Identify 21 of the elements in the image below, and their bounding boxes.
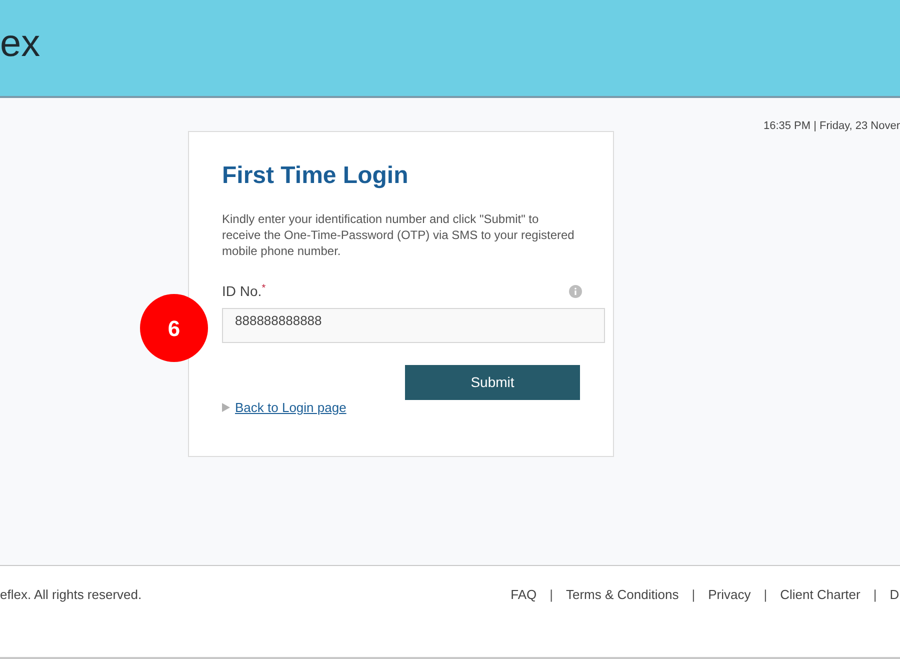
- footer-link[interactable]: Privacy: [708, 585, 751, 657]
- separator: |: [873, 586, 877, 604]
- info-icon: [569, 285, 582, 298]
- submit-button[interactable]: Submit: [405, 365, 580, 400]
- triangle-icon: [222, 403, 230, 412]
- separator: |: [764, 586, 768, 604]
- copyright-text: eflex. All rights reserved.: [0, 586, 142, 604]
- field-label: ID No.*: [222, 282, 266, 301]
- logo-text: ex: [0, 25, 40, 63]
- id-number-field[interactable]: 888888888888: [222, 308, 605, 343]
- footer-link[interactable]: FAQ: [510, 585, 537, 657]
- back-to-login-link[interactable]: Back to Login page: [235, 398, 346, 418]
- card-title: First Time Login: [222, 164, 410, 188]
- footer-link[interactable]: Client Charter: [780, 585, 860, 657]
- separator: |: [550, 586, 553, 604]
- footer-link[interactable]: Terms & Conditions: [566, 585, 679, 657]
- date-time: 16:35 PM | Friday, 23 Nover: [763, 119, 900, 134]
- instructions-text: Kindly enter your identification number and click "Submit" to receive the One-Time-Password (OTP) via SMS to your registered mobile phone number.: [222, 211, 576, 259]
- separator: |: [692, 586, 696, 604]
- footer-link[interactable]: Di: [890, 585, 900, 657]
- step-badge: 6: [140, 294, 208, 362]
